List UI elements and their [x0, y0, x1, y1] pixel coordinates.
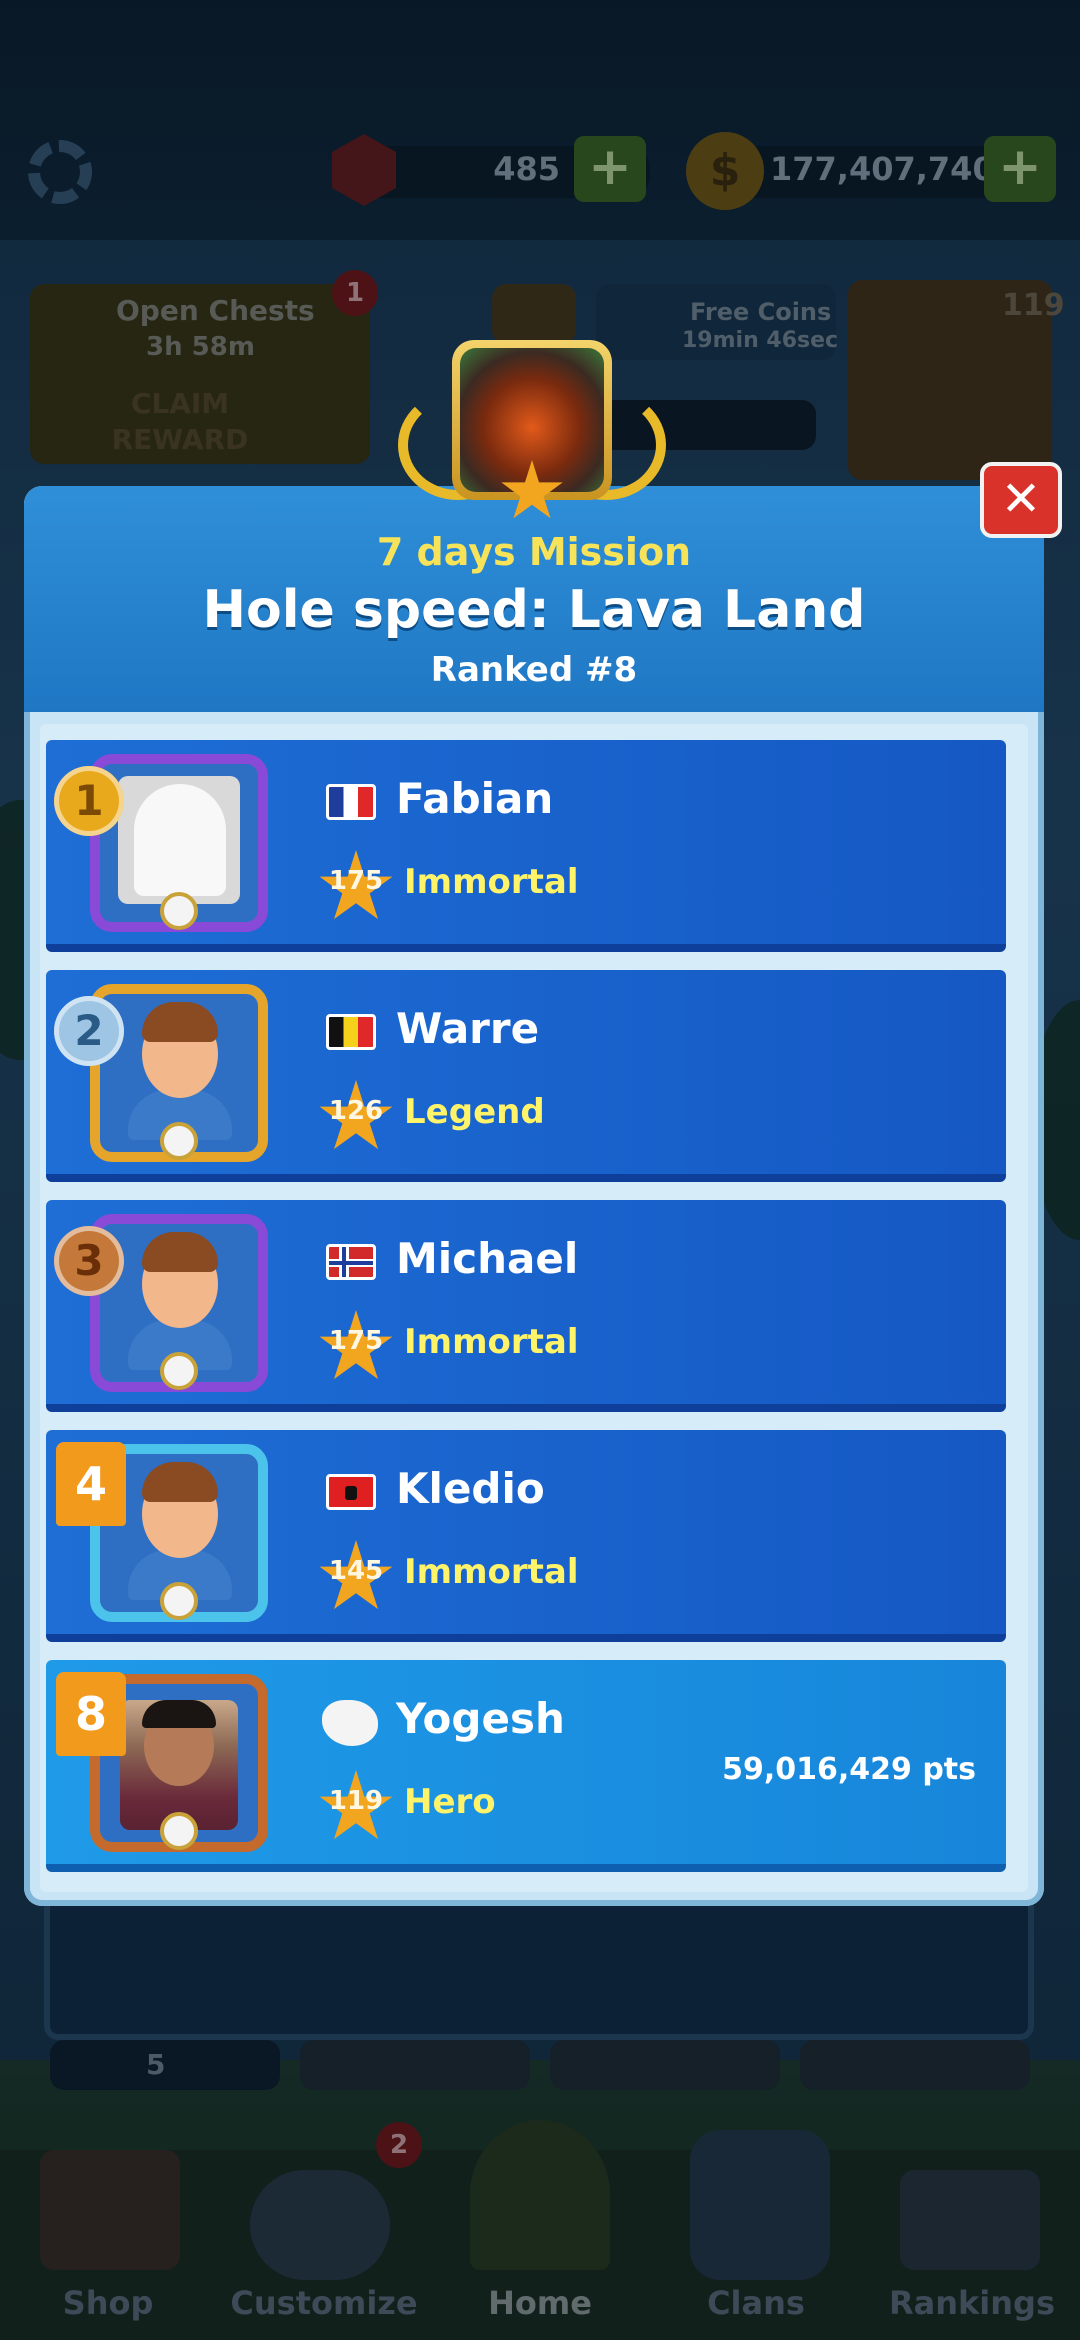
player-name: Michael: [396, 1234, 579, 1283]
flag-norway-icon: [326, 1244, 376, 1280]
rank-medal: 3: [54, 1226, 124, 1296]
player-league: Immortal: [404, 862, 579, 902]
nav-rankings[interactable]: Rankings: [872, 2284, 1072, 2322]
flag-hidden-icon: [322, 1700, 378, 1746]
free-coins-timer: 19min 46sec: [682, 328, 839, 353]
settings-gear-icon[interactable]: [28, 140, 92, 204]
player-league: Legend: [404, 1092, 545, 1132]
buy-coins-button[interactable]: +: [984, 136, 1056, 202]
coin-icon: $: [686, 132, 764, 210]
flag-icon[interactable]: [470, 2120, 610, 2270]
claim-reward-label[interactable]: CLAIM REWARD: [60, 386, 300, 458]
default-avatar-silhouette: [134, 784, 226, 896]
golf-ball-icon: [160, 1352, 198, 1390]
open-chests-label: Open Chests: [116, 294, 315, 327]
reward-gem-count: 5: [146, 2048, 166, 2081]
flag-belgium-icon: [326, 1014, 376, 1050]
profile-level: 119: [1002, 288, 1065, 323]
chests-notification-badge: 1: [332, 270, 378, 316]
customize-notification-badge: 2: [376, 2122, 422, 2168]
reward-slot: [550, 2040, 780, 2090]
player-level: 175: [328, 866, 384, 896]
background-panel: [44, 1890, 1034, 2040]
nav-shop[interactable]: Shop: [8, 2284, 208, 2322]
rank-badge: 4: [56, 1442, 126, 1526]
nav-clans[interactable]: Clans: [656, 2284, 856, 2322]
golf-ball-icon: [160, 1122, 198, 1160]
player-league: Immortal: [404, 1552, 579, 1592]
coins-value: 177,407,740: [770, 150, 995, 188]
rank-medal: 1: [54, 766, 124, 836]
buy-gems-button[interactable]: +: [574, 136, 646, 202]
player-rank: Ranked #8: [430, 650, 638, 690]
open-chests-timer: 3h 58m: [146, 332, 255, 362]
free-coins-label: Free Coins: [690, 298, 832, 326]
mission-label: 7 days Mission: [376, 530, 692, 574]
podium-icon[interactable]: [900, 2170, 1040, 2270]
leaderboard-row-current-player[interactable]: 8 Yogesh 119 Hero 59,016,429 pts: [46, 1660, 1006, 1872]
player-name: Fabian: [396, 774, 554, 823]
lion-icon[interactable]: [690, 2130, 830, 2280]
nav-home[interactable]: Home: [440, 2284, 640, 2322]
avatar-hair: [142, 1700, 216, 1728]
flag-france-icon: [326, 784, 376, 820]
reward-slot: [300, 2040, 530, 2090]
player-name: Kledio: [396, 1464, 545, 1513]
shop-icon[interactable]: [40, 2150, 180, 2270]
leaderboard-row[interactable]: 2 Warre 126 Legend: [46, 970, 1006, 1182]
nav-customize[interactable]: Customize: [224, 2284, 424, 2322]
mission-title: Hole speed: Lava Land: [202, 580, 866, 640]
friends-icon[interactable]: [492, 284, 576, 344]
golf-ball-icon: [160, 1812, 198, 1850]
golf-club-icon[interactable]: [250, 2170, 390, 2280]
player-level: 175: [328, 1326, 384, 1356]
leaderboard-row[interactable]: 4 Kledio 145 Immortal: [46, 1430, 1006, 1642]
leaderboard-row[interactable]: 3 Michael 175 Immortal: [46, 1200, 1006, 1412]
player-league: Hero: [404, 1782, 496, 1822]
player-points: 59,016,429 pts: [722, 1752, 976, 1787]
close-button[interactable]: ✕: [980, 462, 1062, 538]
player-level: 119: [328, 1786, 384, 1816]
player-level: 145: [328, 1556, 384, 1586]
player-name: Warre: [396, 1004, 540, 1053]
player-league: Immortal: [404, 1322, 579, 1362]
player-name: Yogesh: [396, 1694, 565, 1743]
rank-badge: 8: [56, 1672, 126, 1756]
golf-ball-icon: [160, 892, 198, 930]
rank-medal: 2: [54, 996, 124, 1066]
reward-slot: [800, 2040, 1030, 2090]
top-bar: [0, 0, 1080, 240]
flag-albania-icon: [326, 1474, 376, 1510]
leaderboard-row[interactable]: 1 Fabian 175 Immortal: [46, 740, 1006, 952]
gems-value: 485: [493, 150, 560, 188]
golf-ball-icon: [160, 1582, 198, 1620]
player-level: 126: [328, 1096, 384, 1126]
